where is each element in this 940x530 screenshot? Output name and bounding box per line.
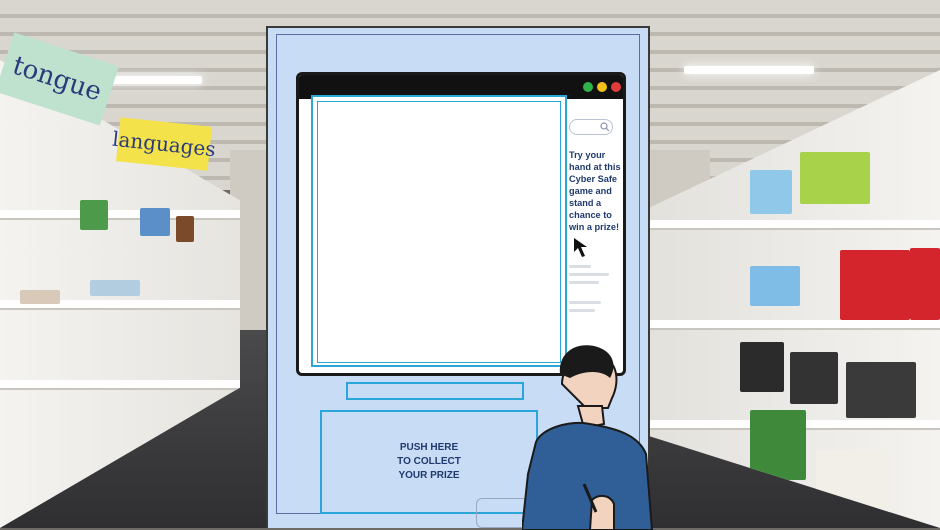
window-dot-green-icon[interactable] xyxy=(583,82,593,92)
placeholder-line xyxy=(569,265,591,268)
placeholder-line xyxy=(569,309,595,312)
window-dot-yellow-icon[interactable] xyxy=(597,82,607,92)
book xyxy=(750,266,800,306)
person-illustration xyxy=(522,345,654,530)
shelf-board xyxy=(0,210,240,220)
book xyxy=(750,170,792,214)
book xyxy=(80,200,108,230)
placeholder-line xyxy=(569,281,599,284)
promo-text: Try your hand at this Cyber Safe game an… xyxy=(569,150,621,232)
book xyxy=(750,410,806,480)
book xyxy=(846,362,916,418)
placeholder-line xyxy=(569,273,609,276)
book xyxy=(90,280,140,296)
placeholder-line xyxy=(569,301,601,304)
search-input[interactable] xyxy=(569,119,613,135)
book xyxy=(176,216,194,242)
sign-languages: languages xyxy=(111,117,217,171)
shelf-board xyxy=(650,320,940,330)
book xyxy=(800,152,870,204)
book xyxy=(840,250,910,320)
book xyxy=(910,248,940,320)
shelf-board xyxy=(0,380,240,390)
search-icon xyxy=(600,122,610,132)
collect-prize-label: PUSH HERE TO COLLECT YOUR PRIZE xyxy=(397,442,461,481)
book xyxy=(140,208,170,236)
book xyxy=(790,352,838,404)
ceiling-light xyxy=(684,66,814,74)
cyber-safe-kiosk: Try your hand at this Cyber Safe game an… xyxy=(266,26,654,530)
book xyxy=(20,290,60,304)
mouse-pointer-icon xyxy=(574,238,587,257)
kiosk-status-bar xyxy=(346,382,524,400)
window-dot-red-icon[interactable] xyxy=(611,82,621,92)
book xyxy=(740,342,784,392)
shelf-board xyxy=(650,220,940,230)
